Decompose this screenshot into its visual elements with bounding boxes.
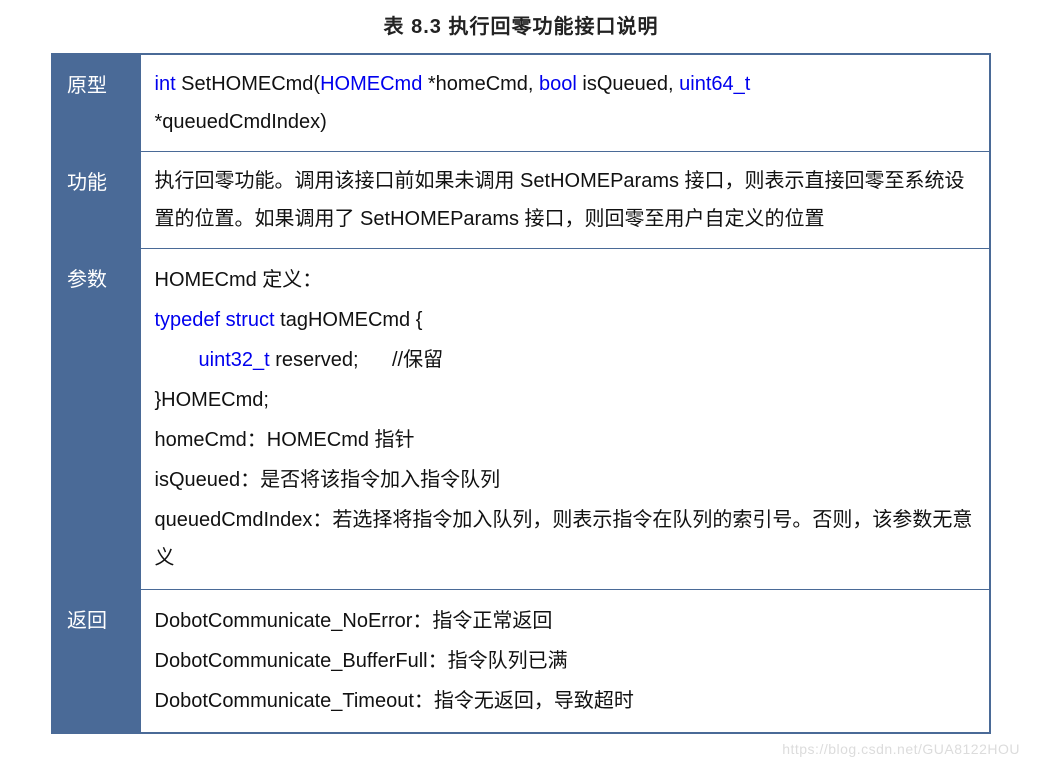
comment: //保留 bbox=[392, 349, 443, 371]
row-header-proto: 原型 bbox=[52, 54, 140, 152]
text: *queuedCmdIndex) bbox=[155, 111, 327, 133]
table-row: 参数 HOMECmd 定义： typedef struct tagHOMECmd… bbox=[52, 249, 990, 590]
table-caption: 表 8.3 执行回零功能接口说明 bbox=[0, 10, 1042, 39]
text: *homeCmd, bbox=[422, 73, 539, 95]
table-row: 功能 执行回零功能。调用该接口前如果未调用 SetHOMEParams 接口，则… bbox=[52, 152, 990, 249]
param-line: }HOMECmd; bbox=[155, 381, 978, 419]
param-line: queuedCmdIndex：若选择将指令加入队列，则表示指令在队列的索引号。否… bbox=[155, 501, 978, 577]
return-line: DobotCommunicate_NoError：指令正常返回 bbox=[155, 602, 978, 640]
kw-int: int bbox=[155, 73, 176, 95]
text: reserved; bbox=[270, 349, 359, 371]
kw-struct: struct bbox=[226, 309, 275, 331]
cell-return: DobotCommunicate_NoError：指令正常返回 DobotCom… bbox=[140, 590, 990, 734]
param-line: typedef struct tagHOMECmd { bbox=[155, 301, 978, 339]
type-homecmd: HOMECmd bbox=[320, 73, 422, 95]
text: isQueued, bbox=[577, 73, 679, 95]
param-line: homeCmd：HOMECmd 指针 bbox=[155, 421, 978, 459]
type-uint64: uint64_t bbox=[679, 73, 750, 95]
kw-typedef: typedef bbox=[155, 309, 221, 331]
cell-proto: int SetHOMECmd(HOMECmd *homeCmd, bool is… bbox=[140, 54, 990, 152]
row-header-params: 参数 bbox=[52, 249, 140, 590]
api-table: 原型 int SetHOMECmd(HOMECmd *homeCmd, bool… bbox=[51, 53, 991, 734]
param-line: isQueued：是否将该指令加入指令队列 bbox=[155, 461, 978, 499]
return-line: DobotCommunicate_Timeout：指令无返回，导致超时 bbox=[155, 682, 978, 720]
table-row: 原型 int SetHOMECmd(HOMECmd *homeCmd, bool… bbox=[52, 54, 990, 152]
cell-func: 执行回零功能。调用该接口前如果未调用 SetHOMEParams 接口，则表示直… bbox=[140, 152, 990, 249]
row-header-return: 返回 bbox=[52, 590, 140, 734]
param-line: uint32_t reserved; //保留 bbox=[155, 341, 978, 379]
kw-bool: bool bbox=[539, 73, 577, 95]
return-line: DobotCommunicate_BufferFull：指令队列已满 bbox=[155, 642, 978, 680]
table-row: 返回 DobotCommunicate_NoError：指令正常返回 Dobot… bbox=[52, 590, 990, 734]
watermark: https://blog.csdn.net/GUA8122HOU bbox=[782, 741, 1020, 757]
type-uint32: uint32_t bbox=[199, 349, 270, 371]
text: tagHOMECmd { bbox=[275, 309, 423, 331]
row-header-func: 功能 bbox=[52, 152, 140, 249]
param-line: HOMECmd 定义： bbox=[155, 261, 978, 299]
cell-params: HOMECmd 定义： typedef struct tagHOMECmd { … bbox=[140, 249, 990, 590]
text: SetHOMECmd( bbox=[176, 73, 320, 95]
